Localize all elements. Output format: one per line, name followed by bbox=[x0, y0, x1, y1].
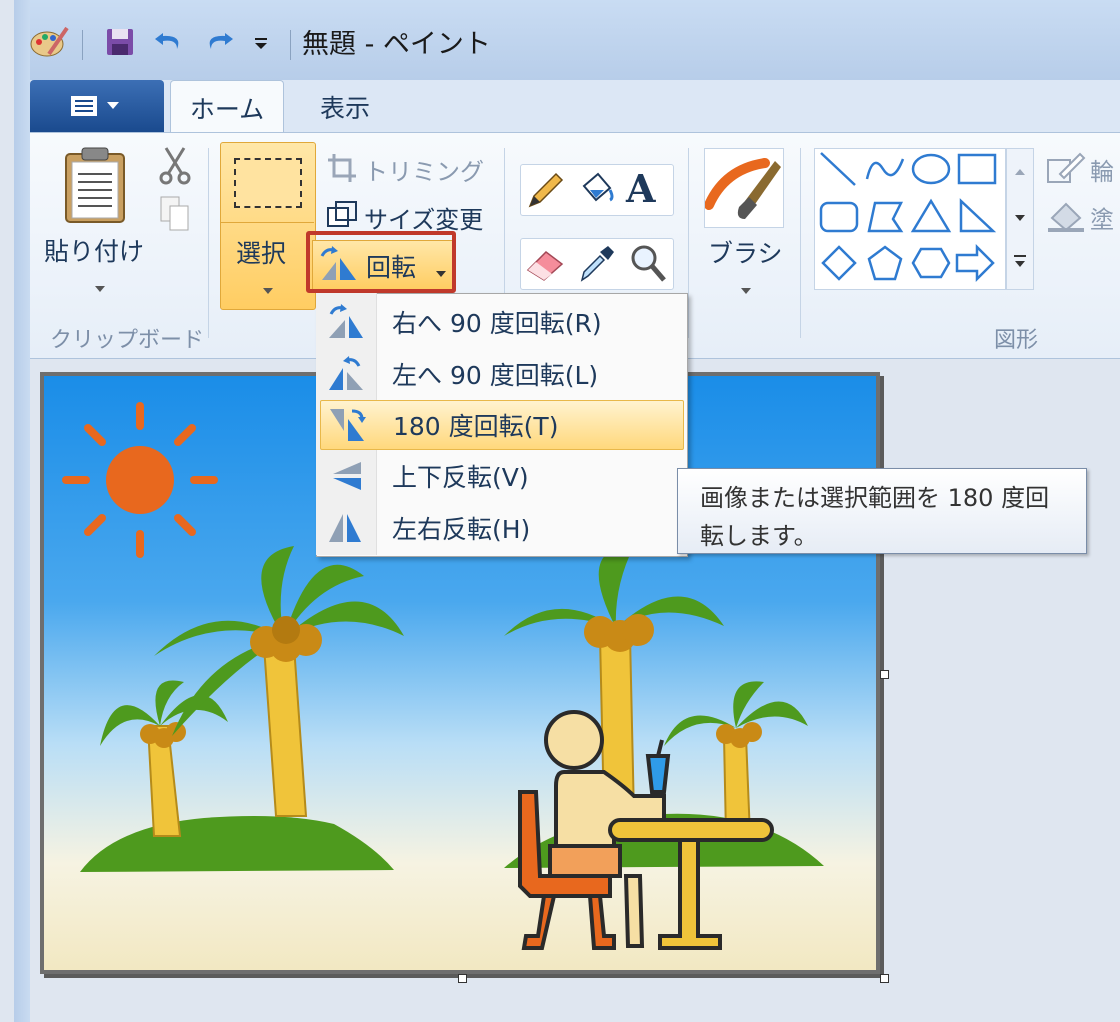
shape-triangle-icon bbox=[910, 198, 952, 233]
paint-menu-button[interactable] bbox=[30, 80, 164, 132]
shape-right-arrow-icon bbox=[955, 243, 995, 283]
tall-palm-left bbox=[154, 546, 404, 817]
shape-hexagon-icon bbox=[911, 247, 951, 279]
paint-menu-icon bbox=[71, 96, 119, 116]
paste-dropdown-arrow-icon[interactable] bbox=[94, 278, 106, 297]
shape-rectangle-icon bbox=[957, 153, 997, 185]
select-split-line bbox=[220, 222, 314, 223]
tab-home[interactable]: ホーム bbox=[170, 80, 284, 135]
group-separator bbox=[800, 148, 801, 338]
menu-item-rotate-right[interactable]: 右へ 90 度回転(R) bbox=[320, 298, 682, 346]
canvas-resize-handle-corner[interactable] bbox=[880, 974, 889, 983]
qat-separator bbox=[290, 30, 291, 60]
select-label: 選択 bbox=[236, 239, 287, 268]
outline-icon[interactable] bbox=[1046, 150, 1086, 190]
rotate-180-icon bbox=[321, 405, 371, 445]
fill-bucket-icon[interactable] bbox=[574, 168, 618, 214]
select-icon bbox=[234, 158, 302, 208]
flip-vertical-icon bbox=[320, 456, 370, 496]
tall-palm-right bbox=[504, 546, 724, 817]
menu-item-rotate-left[interactable]: 左へ 90 度回転(L) bbox=[320, 350, 682, 398]
shape-oval-icon bbox=[911, 153, 951, 185]
fill-icon[interactable] bbox=[1046, 198, 1086, 238]
cut-icon[interactable] bbox=[158, 146, 192, 190]
brush-icon[interactable] bbox=[704, 148, 784, 228]
tooltip: 画像または選択範囲を 180 度回転します。 bbox=[677, 468, 1087, 554]
sun-icon bbox=[62, 402, 218, 558]
pencil-icon[interactable] bbox=[524, 168, 568, 214]
shape-curve-icon bbox=[865, 158, 905, 180]
shape-polygon-icon bbox=[867, 201, 904, 233]
paste-button[interactable]: 貼り付け bbox=[44, 232, 144, 268]
crop-button: トリミング bbox=[364, 158, 484, 186]
qat-separator bbox=[82, 30, 83, 60]
shapes-gallery-scroll[interactable] bbox=[1006, 148, 1034, 290]
select-dropdown-arrow-icon[interactable] bbox=[262, 280, 274, 299]
tab-view[interactable]: 表示 bbox=[300, 86, 390, 128]
canvas-resize-handle-bottom[interactable] bbox=[458, 974, 467, 983]
paste-icon[interactable] bbox=[60, 146, 132, 226]
small-palm-right bbox=[664, 681, 808, 837]
paint-app-icon[interactable] bbox=[26, 24, 72, 60]
small-palm-left bbox=[100, 680, 228, 837]
rotate-icon bbox=[318, 246, 358, 286]
group-separator bbox=[208, 148, 209, 338]
left-island bbox=[80, 816, 394, 872]
shape-rounded-rectangle-icon bbox=[819, 201, 859, 233]
qat-customize-icon[interactable] bbox=[246, 24, 276, 60]
copy-icon[interactable] bbox=[158, 194, 192, 238]
clipboard-group-label: クリップボード bbox=[50, 328, 205, 353]
shapes-gallery bbox=[814, 148, 1006, 290]
shape-line-icon bbox=[820, 152, 856, 186]
text-tool-icon[interactable]: A bbox=[626, 166, 655, 211]
shape-diamond-icon bbox=[821, 245, 857, 281]
undo-icon[interactable] bbox=[150, 24, 190, 60]
magnifier-icon[interactable] bbox=[626, 242, 670, 288]
window-title: 無題 - ペイント bbox=[302, 29, 491, 60]
shapes-group-label: 図形 bbox=[994, 328, 1039, 353]
outline-button[interactable]: 輪 bbox=[1090, 152, 1114, 187]
rotate-label: 回転 bbox=[366, 253, 417, 282]
canvas-resize-handle-right[interactable] bbox=[880, 670, 889, 679]
save-icon[interactable] bbox=[100, 24, 140, 60]
eraser-icon[interactable] bbox=[524, 242, 568, 288]
shape-pentagon-icon bbox=[867, 245, 903, 281]
menu-item-flip-vertical[interactable]: 上下反転(V) bbox=[320, 452, 682, 500]
shape-right-triangle-icon bbox=[959, 198, 997, 233]
rotate-left-icon bbox=[320, 354, 370, 394]
window-frame-left bbox=[14, 0, 30, 1022]
crop-icon bbox=[326, 152, 358, 188]
brush-button[interactable]: ブラシ bbox=[708, 234, 783, 270]
brush-dropdown-arrow-icon[interactable] bbox=[740, 280, 752, 299]
redo-icon[interactable] bbox=[198, 24, 238, 60]
group-separator bbox=[688, 148, 689, 338]
menu-item-flip-horizontal[interactable]: 左右反転(H) bbox=[320, 504, 682, 552]
resize-button[interactable]: サイズ変更 bbox=[364, 200, 483, 235]
color-picker-icon[interactable] bbox=[574, 242, 618, 288]
flip-horizontal-icon bbox=[320, 508, 370, 548]
rotate-right-icon bbox=[320, 302, 370, 342]
fill-button[interactable]: 塗 bbox=[1090, 200, 1114, 235]
menu-item-rotate-180[interactable]: 180 度回転(T) bbox=[320, 400, 684, 450]
rotate-dropdown-arrow-icon[interactable] bbox=[436, 262, 446, 281]
